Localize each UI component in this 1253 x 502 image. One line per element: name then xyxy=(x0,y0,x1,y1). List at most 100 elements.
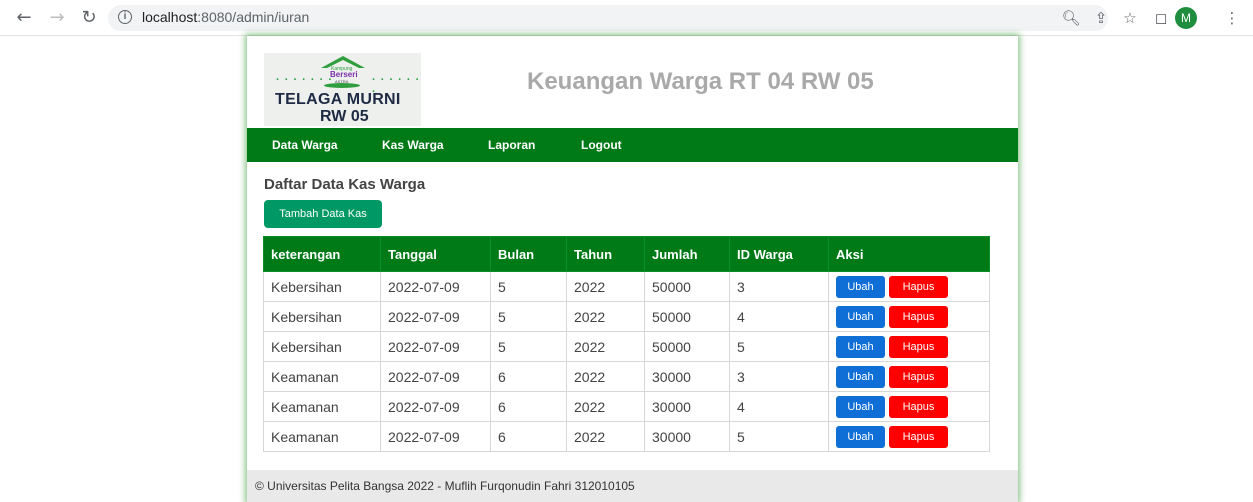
url-path: :8080/admin/iuran xyxy=(197,9,310,25)
cell-tahun: 2022 xyxy=(566,361,645,392)
reload-icon[interactable]: ↻ xyxy=(79,8,99,28)
zoom-icon[interactable]: 🔍︎ xyxy=(1061,8,1081,28)
cell-tahun: 2022 xyxy=(566,271,645,302)
table-header-row: keterangan Tanggal Bulan Tahun Jumlah ID… xyxy=(263,236,990,272)
table-row: Keamanan 2022-07-09 6 2022 30000 5 Ubah H… xyxy=(263,421,990,452)
cell-tanggal: 2022-07-09 xyxy=(380,361,491,392)
delete-button[interactable]: Hapus xyxy=(889,335,948,358)
column-header-jumlah: Jumlah xyxy=(644,236,730,272)
column-header-tahun: Tahun xyxy=(566,236,645,272)
cell-keterangan: Keamanan xyxy=(263,421,381,452)
cell-tahun: 2022 xyxy=(566,331,645,362)
cell-id-warga: 4 xyxy=(729,391,829,422)
url-text[interactable]: localhost:8080/admin/iuran xyxy=(142,9,309,25)
page-footer: © Universitas Pelita Bangsa 2022 - Mufli… xyxy=(247,470,1018,502)
star-icon[interactable]: ☆ xyxy=(1120,8,1140,28)
cell-jumlah: 30000 xyxy=(644,421,730,452)
menu-icon[interactable]: ⋮ xyxy=(1222,8,1242,28)
table-body: Kebersihan 2022-07-09 5 2022 50000 3 Uba… xyxy=(263,271,990,452)
cell-jumlah: 30000 xyxy=(644,361,730,392)
table-row: Kebersihan 2022-07-09 5 2022 50000 4 Uba… xyxy=(263,301,990,332)
cell-bulan: 6 xyxy=(490,361,567,392)
cell-keterangan: Kebersihan xyxy=(263,331,381,362)
cell-jumlah: 50000 xyxy=(644,331,730,362)
back-icon[interactable]: ← xyxy=(14,8,34,28)
table-row: Kebersihan 2022-07-09 5 2022 50000 5 Uba… xyxy=(263,331,990,362)
cell-id-warga: 3 xyxy=(729,271,829,302)
cell-aksi: Ubah Hapus xyxy=(828,361,990,392)
cell-tahun: 2022 xyxy=(566,391,645,422)
cell-aksi: Ubah Hapus xyxy=(828,391,990,422)
cell-tanggal: 2022-07-09 xyxy=(380,301,491,332)
edit-button[interactable]: Ubah xyxy=(836,425,885,448)
info-icon[interactable]: i xyxy=(118,10,132,24)
cell-keterangan: Kebersihan xyxy=(263,271,381,302)
cell-bulan: 5 xyxy=(490,301,567,332)
cell-bulan: 6 xyxy=(490,391,567,422)
cell-id-warga: 5 xyxy=(729,421,829,452)
share-icon[interactable]: ⇪ xyxy=(1091,8,1111,28)
cell-bulan: 5 xyxy=(490,271,567,302)
edit-button[interactable]: Ubah xyxy=(836,275,885,298)
delete-button[interactable]: Hapus xyxy=(889,305,948,328)
site-header: · · · · · · · · · · · · · · Kampung Bers… xyxy=(247,36,1018,128)
url-host: localhost xyxy=(142,9,198,25)
logo-title-line2: RW 05 xyxy=(320,108,369,125)
logo-leaf-icon xyxy=(324,83,360,88)
column-header-keterangan: keterangan xyxy=(263,236,381,272)
cell-aksi: Ubah Hapus xyxy=(828,271,990,302)
cell-bulan: 5 xyxy=(490,331,567,362)
cell-tahun: 2022 xyxy=(566,421,645,452)
column-header-bulan: Bulan xyxy=(490,236,567,272)
cell-id-warga: 5 xyxy=(729,331,829,362)
delete-button[interactable]: Hapus xyxy=(889,365,948,388)
cell-bulan: 6 xyxy=(490,421,567,452)
cell-tanggal: 2022-07-09 xyxy=(380,271,491,302)
cell-tanggal: 2022-07-09 xyxy=(380,331,491,362)
delete-button[interactable]: Hapus xyxy=(889,395,948,418)
logo-title-line1: TELAGA MURNI xyxy=(275,91,401,108)
menu-item-laporan[interactable]: Laporan xyxy=(488,138,535,152)
delete-button[interactable]: Hapus xyxy=(889,425,948,448)
page-title: Keuangan Warga RT 04 RW 05 xyxy=(527,68,874,95)
site-logo: · · · · · · · · · · · · · · Kampung Bers… xyxy=(264,53,421,126)
page-container: · · · · · · · · · · · · · · Kampung Bers… xyxy=(247,36,1018,502)
cell-jumlah: 50000 xyxy=(644,271,730,302)
cell-aksi: Ubah Hapus xyxy=(828,301,990,332)
browser-toolbar: ← → ↻ i localhost:8080/admin/iuran 🔍︎ ⇪ … xyxy=(0,0,1253,36)
menu-item-kas-warga[interactable]: Kas Warga xyxy=(382,138,444,152)
address-bar[interactable]: i localhost:8080/admin/iuran xyxy=(108,5,1108,31)
cell-keterangan: Keamanan xyxy=(263,391,381,422)
column-header-id-warga: ID Warga xyxy=(729,236,829,272)
cell-jumlah: 30000 xyxy=(644,391,730,422)
kas-table: keterangan Tanggal Bulan Tahun Jumlah ID… xyxy=(263,236,990,452)
table-row: Keamanan 2022-07-09 6 2022 30000 3 Ubah H… xyxy=(263,361,990,392)
column-header-tanggal: Tanggal xyxy=(380,236,491,272)
cell-jumlah: 50000 xyxy=(644,301,730,332)
logo-berseri-text: Berseri xyxy=(330,70,358,79)
edit-button[interactable]: Ubah xyxy=(836,365,885,388)
sidepanel-icon[interactable]: ◻ xyxy=(1151,8,1171,28)
edit-button[interactable]: Ubah xyxy=(836,335,885,358)
cell-tahun: 2022 xyxy=(566,301,645,332)
table-row: Keamanan 2022-07-09 6 2022 30000 4 Ubah H… xyxy=(263,391,990,422)
profile-avatar[interactable]: M xyxy=(1175,7,1197,29)
menu-item-logout[interactable]: Logout xyxy=(581,138,622,152)
main-menu: Data Warga Kas Warga Laporan Logout xyxy=(247,128,1018,162)
cell-aksi: Ubah Hapus xyxy=(828,421,990,452)
cell-keterangan: Keamanan xyxy=(263,361,381,392)
add-kas-button[interactable]: Tambah Data Kas xyxy=(264,200,382,228)
cell-aksi: Ubah Hapus xyxy=(828,331,990,362)
cell-id-warga: 3 xyxy=(729,361,829,392)
delete-button[interactable]: Hapus xyxy=(889,275,948,298)
cell-keterangan: Kebersihan xyxy=(263,301,381,332)
cell-id-warga: 4 xyxy=(729,301,829,332)
edit-button[interactable]: Ubah xyxy=(836,305,885,328)
menu-item-data-warga[interactable]: Data Warga xyxy=(272,138,338,152)
column-header-aksi: Aksi xyxy=(828,236,990,272)
forward-icon[interactable]: → xyxy=(47,8,67,28)
cell-tanggal: 2022-07-09 xyxy=(380,421,491,452)
section-title: Daftar Data Kas Warga xyxy=(264,176,426,193)
cell-tanggal: 2022-07-09 xyxy=(380,391,491,422)
edit-button[interactable]: Ubah xyxy=(836,395,885,418)
